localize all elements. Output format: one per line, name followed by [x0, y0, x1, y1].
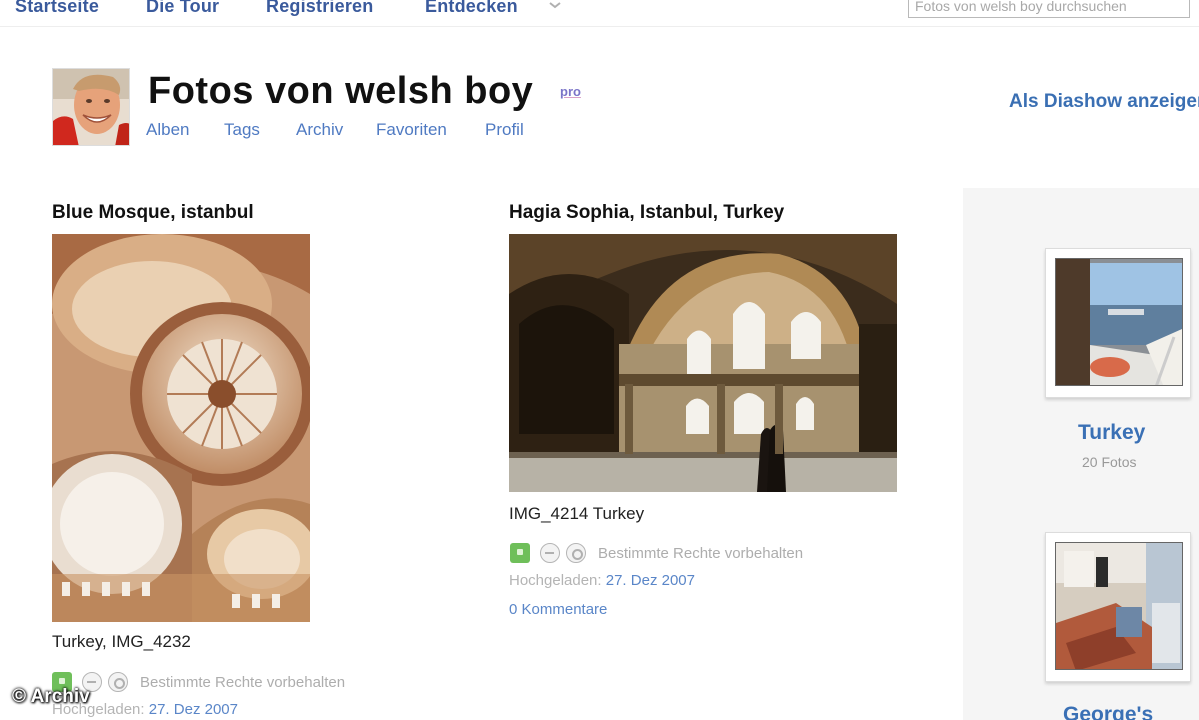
nav-registrieren[interactable]: Registrieren	[266, 0, 373, 17]
license-text[interactable]: Bestimmte Rechte vorbehalten	[598, 545, 803, 562]
subnav-tags[interactable]: Tags	[224, 120, 260, 140]
cc-nc-icon[interactable]	[108, 672, 128, 692]
subnav-archiv[interactable]: Archiv	[296, 120, 343, 140]
set-count: 20 Fotos	[1082, 454, 1137, 470]
photo-caption: IMG_4214 Turkey	[509, 504, 645, 523]
set-title-turkey[interactable]: Turkey	[1078, 421, 1145, 445]
photo-blue-mosque[interactable]	[52, 234, 310, 622]
top-navigation: Startseite Die Tour Registrieren Entdeck…	[0, 0, 1199, 26]
cc-by-icon[interactable]	[510, 543, 530, 563]
slideshow-link[interactable]: Als Diashow anzeigen	[1009, 91, 1199, 113]
photo-title[interactable]: Hagia Sophia, Istanbul, Turkey	[509, 202, 784, 224]
pro-badge[interactable]: pro	[560, 84, 581, 99]
photo-caption: Turkey, IMG_4232	[52, 632, 191, 651]
nav-die-tour[interactable]: Die Tour	[146, 0, 219, 17]
sets-sidebar: Turkey 20 Fotos George's	[963, 188, 1199, 720]
license-text[interactable]: Bestimmte Rechte vorbehalten	[140, 674, 345, 691]
subnav-profil[interactable]: Profil	[485, 120, 524, 140]
set-title-georges[interactable]: George's	[1063, 703, 1153, 720]
page-title: Fotos von welsh boy	[148, 70, 534, 112]
set-card-georges[interactable]	[1045, 532, 1191, 682]
upload-info: Hochgeladen: 27. Dez 2007	[509, 572, 695, 589]
cc-nd-icon[interactable]	[540, 543, 560, 563]
set-thumbnail[interactable]	[1055, 258, 1183, 386]
nav-entdecken[interactable]: Entdecken	[425, 0, 518, 17]
set-card-turkey[interactable]	[1045, 248, 1191, 398]
cc-nc-icon[interactable]	[566, 543, 586, 563]
photo-hagia-sophia[interactable]	[509, 234, 897, 492]
comments-link[interactable]: 0 Kommentare	[509, 601, 607, 618]
uploaded-date[interactable]: 27. Dez 2007	[149, 701, 238, 718]
uploaded-label: Hochgeladen:	[509, 572, 602, 589]
nav-divider	[0, 26, 1199, 27]
subnav-alben[interactable]: Alben	[146, 120, 189, 140]
nav-startseite[interactable]: Startseite	[15, 0, 99, 17]
chevron-down-icon[interactable]	[548, 0, 562, 10]
copyright-watermark: © Archiv	[12, 686, 90, 707]
avatar[interactable]	[52, 68, 130, 146]
photo-title[interactable]: Blue Mosque, istanbul	[52, 202, 254, 224]
search-input[interactable]	[908, 0, 1190, 18]
uploaded-date[interactable]: 27. Dez 2007	[606, 572, 695, 589]
subnav-favoriten[interactable]: Favoriten	[376, 120, 447, 140]
set-thumbnail[interactable]	[1055, 542, 1183, 670]
